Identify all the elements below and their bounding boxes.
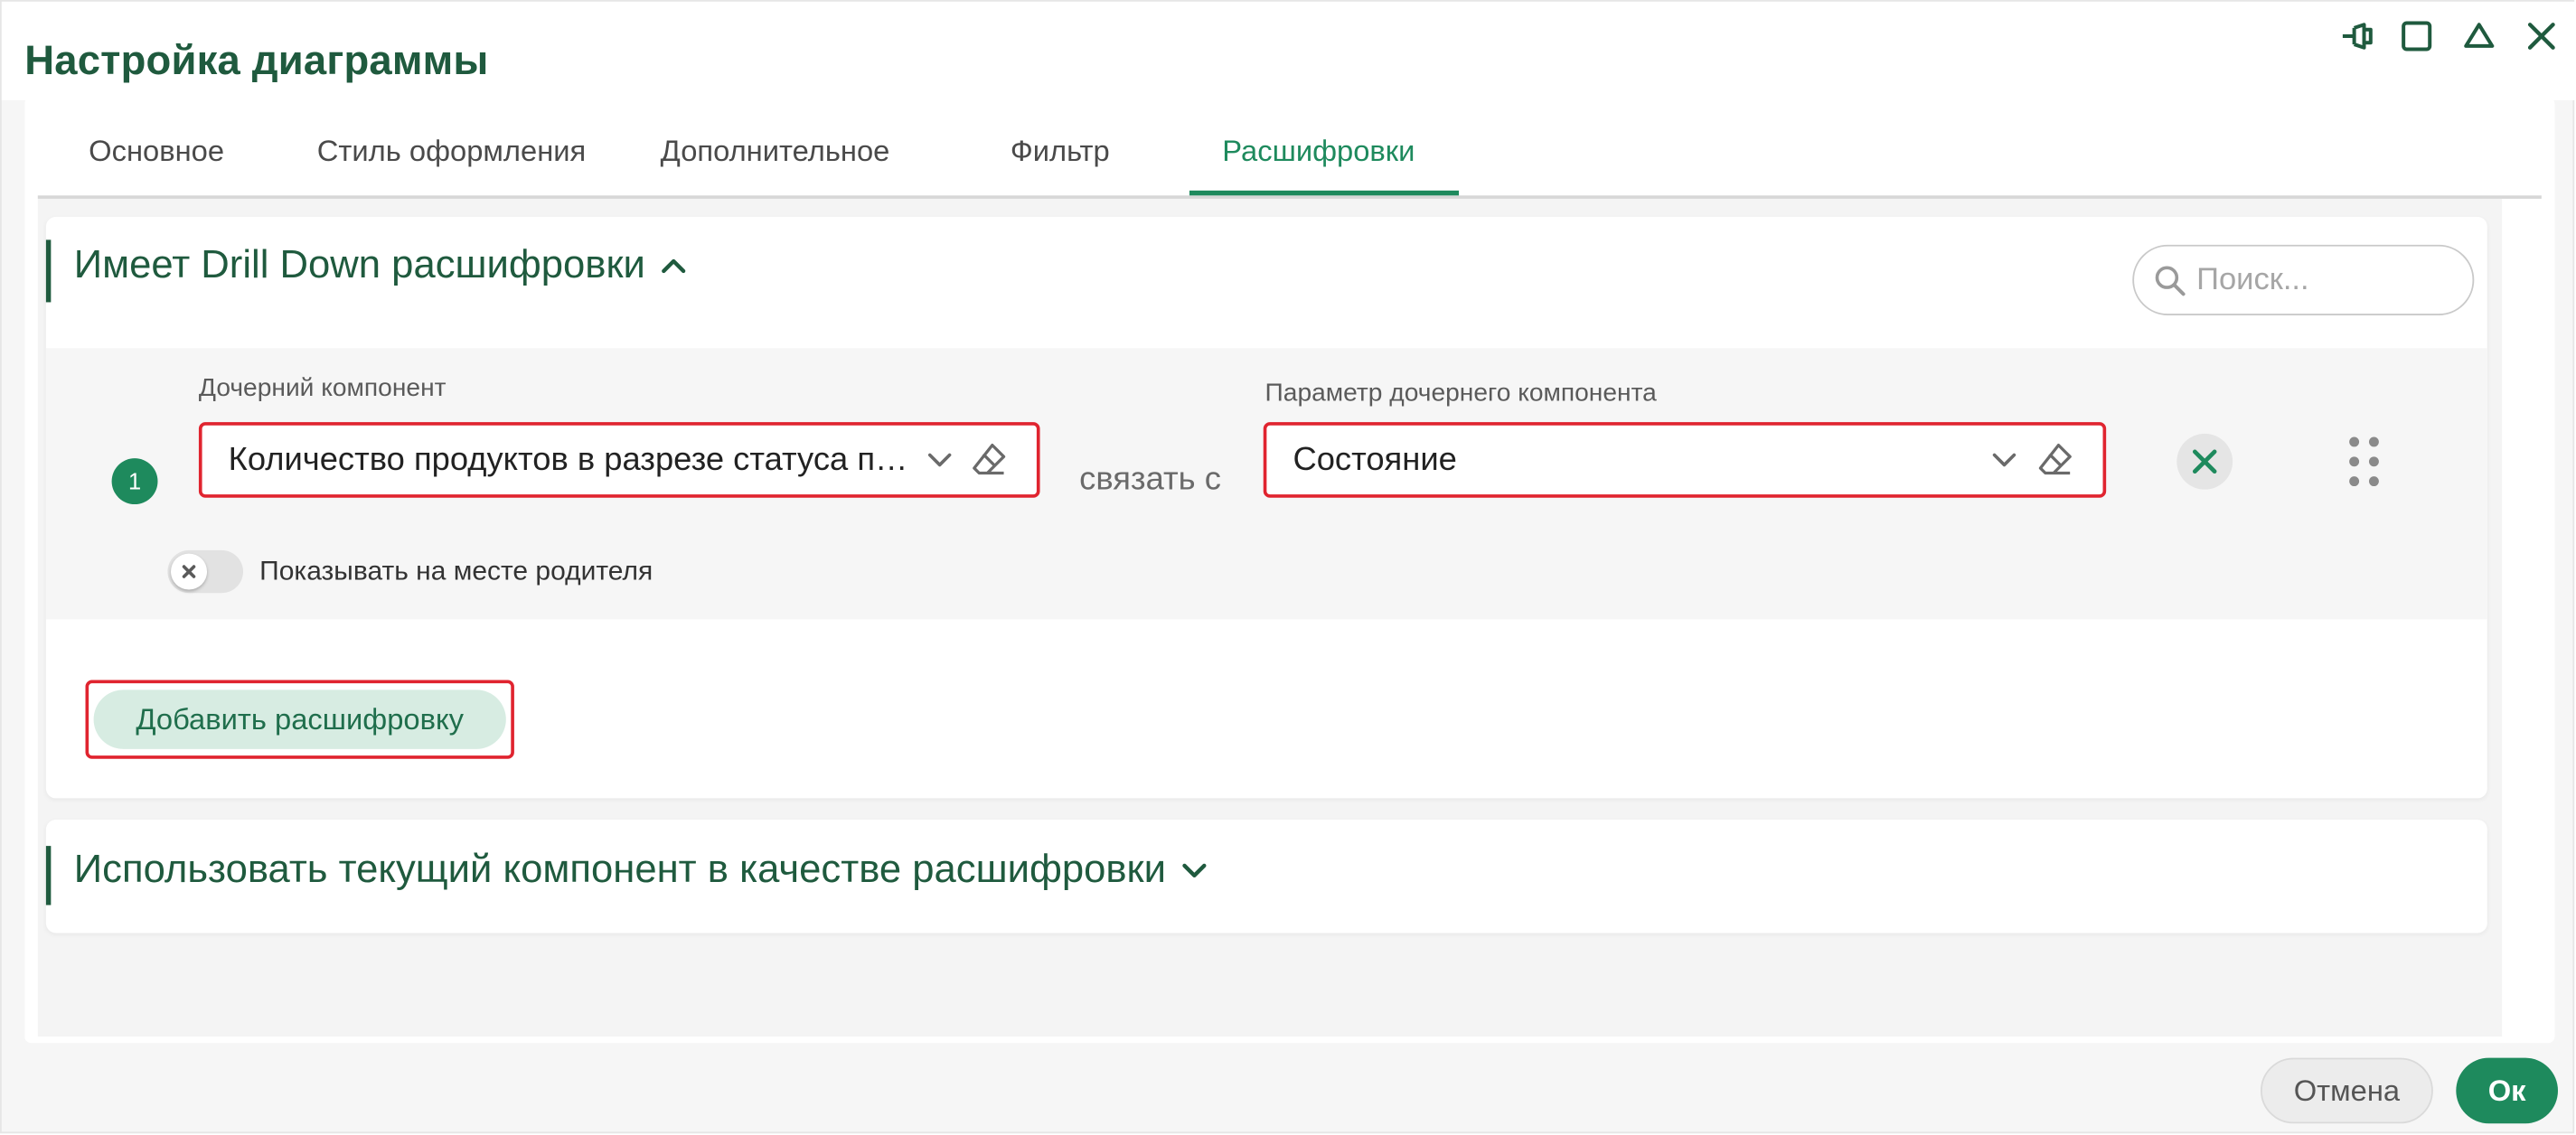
show-in-parent-label: Показывать на месте родителя: [259, 557, 653, 586]
search-icon: [2155, 265, 2186, 295]
eraser-icon[interactable]: [2034, 438, 2076, 481]
child-param-select[interactable]: Состояние: [1263, 422, 2107, 498]
search-input[interactable]: [2193, 260, 2463, 300]
dialog-title: Настройка диаграммы: [24, 37, 489, 84]
tab-drilldowns[interactable]: Расшифровки: [1222, 135, 1415, 169]
use-current-section-title: Использовать текущий компонент в качеств…: [73, 847, 1167, 893]
tab-filter[interactable]: Фильтр: [1011, 135, 1110, 169]
collapse-icon[interactable]: [2458, 14, 2500, 57]
drilldown-row: 1 Дочерний компонент Количество продукто…: [45, 348, 2487, 620]
toggle-knob: [171, 553, 208, 590]
drilldown-section: Имеет Drill Down расшифровки 1 Дочерний …: [45, 216, 2487, 799]
add-drilldown-highlight: Добавить расшифровку: [85, 680, 514, 759]
use-current-section-header[interactable]: Использовать текущий компонент в качеств…: [74, 848, 1208, 894]
maximize-icon[interactable]: [2395, 14, 2438, 57]
drag-handle-icon[interactable]: [2347, 436, 2387, 490]
chevron-down-icon[interactable]: [918, 438, 961, 481]
show-in-parent-toggle[interactable]: [167, 549, 244, 594]
active-tab-indicator: [1189, 190, 1460, 196]
eraser-icon[interactable]: [968, 438, 1011, 481]
drilldown-section-header[interactable]: Имеет Drill Down расшифровки: [74, 243, 688, 289]
row-index-badge: 1: [111, 458, 158, 505]
link-with-text: связать с: [1079, 461, 1221, 498]
use-current-section: Использовать текущий компонент в качеств…: [45, 820, 2487, 933]
child-component-value: Количество продуктов в разрезе статуса п…: [228, 441, 919, 478]
close-icon: [182, 565, 196, 578]
section-accent-bar: [45, 846, 52, 905]
drilldown-section-title: Имеет Drill Down расшифровки: [73, 243, 645, 288]
tab-main[interactable]: Основное: [89, 135, 224, 169]
chevron-down-icon: [1181, 863, 1206, 878]
search-field[interactable]: [2132, 244, 2475, 315]
pin-icon[interactable]: [2336, 14, 2379, 57]
child-component-select[interactable]: Количество продуктов в разрезе статуса п…: [198, 422, 1040, 498]
chevron-up-icon: [661, 258, 685, 274]
close-icon: [2192, 449, 2217, 474]
tab-style[interactable]: Стиль оформления: [317, 135, 586, 169]
add-drilldown-button[interactable]: Добавить расшифровку: [93, 689, 506, 749]
close-icon[interactable]: [2520, 14, 2562, 57]
chevron-down-icon[interactable]: [1983, 438, 2026, 481]
delete-row-button[interactable]: [2176, 433, 2233, 490]
ok-button[interactable]: Ок: [2456, 1057, 2559, 1124]
tab-additional[interactable]: Дополнительное: [661, 135, 890, 169]
child-param-value: Состояние: [1293, 441, 1457, 478]
child-component-label: Дочерний компонент: [198, 374, 447, 403]
section-accent-bar: [45, 239, 52, 303]
chart-settings-dialog: Настройка диаграммы Основное Стиль оформ…: [0, 0, 2576, 1134]
child-param-label: Параметр дочернего компонента: [1264, 379, 1657, 408]
cancel-button[interactable]: Отмена: [2261, 1057, 2433, 1124]
